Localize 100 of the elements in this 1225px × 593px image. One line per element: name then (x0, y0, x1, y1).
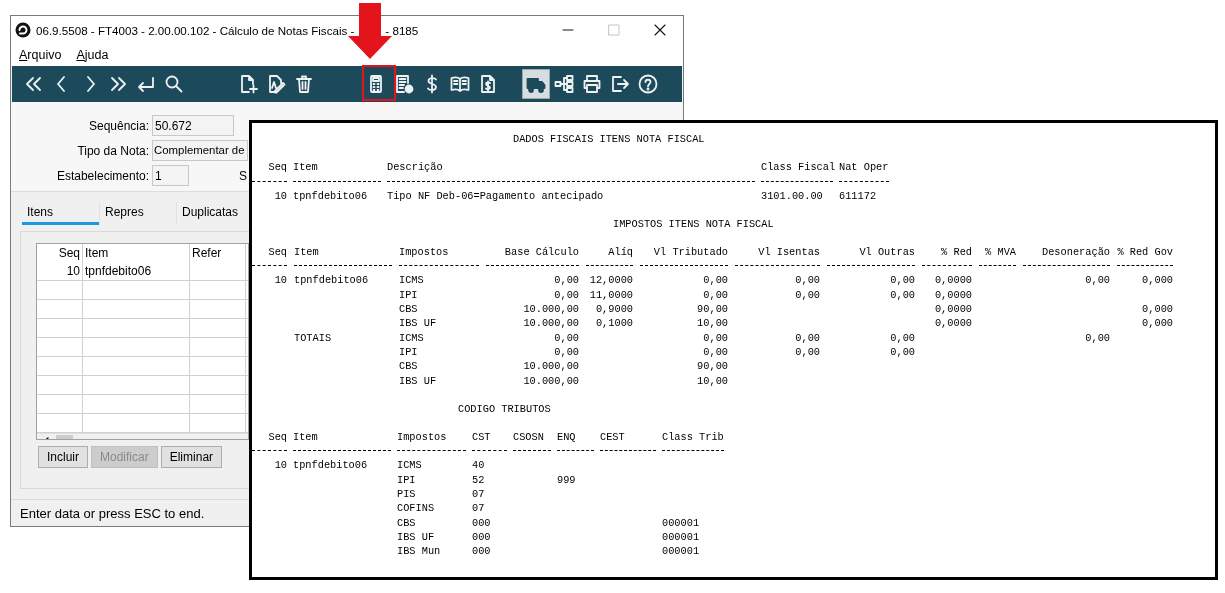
column-header: Class Trib (662, 430, 724, 452)
table-cell-text: 10 (273, 273, 287, 288)
table-cell-text: 0,00 (794, 273, 820, 288)
highlight-frame (362, 65, 396, 101)
table-cell-text: tpnfdebito06 (294, 273, 370, 288)
column-header: Item (293, 160, 381, 182)
table-cell-text: 0,00 (794, 287, 820, 303)
table-cell-text: 10.000,00 (522, 359, 579, 374)
column-header: Desoneração (1023, 245, 1110, 267)
table-cell-text: tpnfdebito06 (293, 188, 369, 203)
truck-button[interactable] (522, 69, 550, 99)
table-cell-text: 10,00 (696, 316, 728, 331)
table-cell-text: 0,000 (1141, 302, 1173, 317)
app-logo-icon (15, 22, 31, 38)
table-cell-text: 0,9000 (594, 302, 633, 317)
table-cell-text: IBS UF (397, 529, 436, 545)
table-cell-text: 0,00 (1084, 330, 1110, 345)
trash-icon (294, 74, 314, 94)
column-header: Base Cálculo (486, 245, 579, 267)
table-cell-text: 07 (472, 487, 486, 502)
table-cell-text: IBS UF (399, 316, 438, 331)
field-label: S (239, 168, 247, 183)
column-header: Item (83, 244, 190, 262)
table-cell-text: ICMS (399, 330, 425, 345)
table-cell-text: 3101.00.00 (761, 188, 824, 203)
report-title: DADOS FISCAIS ITENS NOTA FISCAL (513, 132, 706, 147)
menu-item[interactable]: Ajuda (76, 48, 109, 62)
input-field[interactable]: 1 (152, 165, 189, 186)
report-title: CODIGO TRIBUTOS (458, 401, 552, 417)
table-cell-text: IPI (399, 344, 419, 360)
table-cell-text: 10,00 (696, 373, 728, 388)
table-cell-text: 0,00 (1084, 273, 1110, 288)
tab[interactable]: Itens (22, 202, 99, 225)
column-header: Seq (37, 244, 83, 262)
table-cell-text: 10.000,00 (522, 302, 579, 317)
help-icon (638, 74, 658, 94)
table-cell-text: 0,00 (794, 330, 820, 345)
table-cell-text: 0,000 (1141, 316, 1173, 331)
table-cell-text: tpnfdebito06 (293, 458, 369, 473)
table-cell-text: 0,00 (889, 330, 915, 345)
new-document-icon (238, 74, 258, 94)
table-cell-text: 0,00 (702, 344, 728, 360)
column-header: Seq (252, 245, 287, 267)
table-cell-text: 90,00 (696, 302, 728, 317)
checklist-document-icon (394, 74, 414, 94)
table-cell-text: ICMS (397, 458, 423, 473)
exit-icon (610, 74, 630, 94)
column-header: % MVA (979, 245, 1016, 267)
column-header: Class Fiscal (761, 160, 833, 182)
maximize-icon (608, 24, 620, 36)
column-header: CEST (600, 430, 656, 452)
table-cell-text: 0,00 (553, 287, 579, 303)
table-cell-text: 999 (557, 472, 577, 488)
table-cell-text: COFINS (397, 501, 436, 516)
menu-item[interactable]: Arquivo (19, 48, 62, 62)
double-right-chevron-icon (108, 74, 128, 94)
table-cell-text: 12,0000 (588, 273, 633, 288)
table-cell-text: 0,000 (1141, 273, 1173, 288)
table-cell-text: 10 (273, 188, 287, 203)
input-field[interactable]: 50.672 (152, 115, 234, 136)
table-cell-text: 000 (472, 529, 492, 545)
column-header: Descrição (387, 160, 755, 182)
close-icon (654, 24, 666, 36)
field-label: Tipo da Nota: (76, 143, 149, 158)
table-cell-text: 0,0000 (933, 316, 972, 331)
table-cell-text: 10.000,00 (522, 373, 579, 388)
table-cell-text: IPI (399, 287, 419, 303)
table-cell-text: 000 (472, 544, 492, 559)
column-header: Alíq (586, 245, 633, 267)
column-header: Impostos (399, 245, 479, 267)
column-header: % Red (922, 245, 972, 267)
table-cell-text: IBS UF (399, 373, 438, 388)
window-title: - 8185 (385, 23, 419, 37)
column-header: CST (472, 430, 507, 452)
column-header: ENQ (557, 430, 594, 452)
table-cell-text: 0,00 (553, 344, 579, 360)
column-header: Refer (190, 244, 246, 262)
window-title: 06.9.5508 - FT4003 - 2.00.00.102 - Cálculo de Notas Fiscais - (36, 23, 355, 37)
table-cell-text: 0,00 (553, 273, 579, 288)
table-cell-text: ICMS (399, 273, 425, 288)
table-cell-text: 52 (472, 472, 486, 488)
action-button[interactable]: Incluir (38, 446, 88, 468)
action-button[interactable]: Eliminar (160, 446, 223, 468)
table-cell-text: 07 (472, 501, 486, 516)
table-cell-text: IBS Mun (397, 544, 442, 559)
column-header: CSOSN (513, 430, 551, 452)
tab[interactable]: Repres (99, 202, 176, 225)
table-cell-text: 0,0000 (933, 287, 972, 303)
column-header: Item (293, 430, 391, 452)
field-label: Sequência: (87, 118, 149, 133)
table-cell-text: 90,00 (696, 359, 728, 374)
table-cell-text: 000001 (662, 544, 701, 559)
table-cell-text: PIS (397, 487, 417, 502)
table-cell-text: CBS (399, 359, 419, 374)
table-cell-text: 11,0000 (588, 287, 633, 303)
column-header: Seq (252, 160, 287, 182)
input-field[interactable]: Complementar de (152, 140, 248, 161)
table-cell-text: 0,00 (889, 344, 915, 360)
column-header: Vl Tributado (640, 245, 728, 267)
open-book-icon (450, 74, 470, 94)
